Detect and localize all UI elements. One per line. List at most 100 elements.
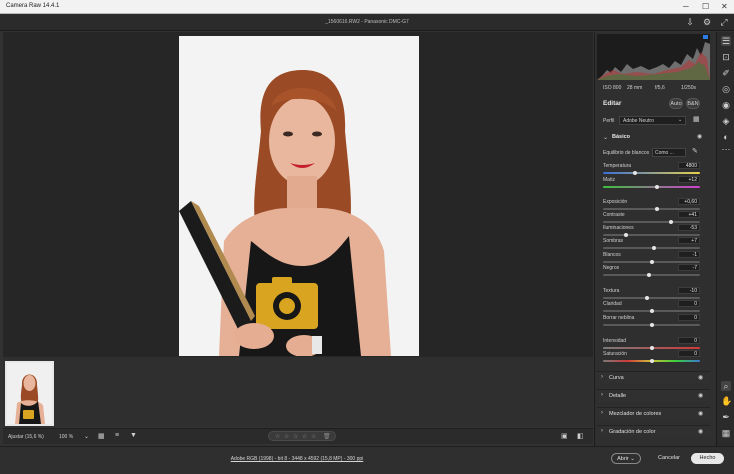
auto-button[interactable]: Auto: [669, 98, 683, 109]
slider-value-input[interactable]: 0: [678, 314, 700, 321]
slider-value-input[interactable]: -7: [678, 264, 700, 271]
filmstrip-view-icon[interactable]: ▦: [98, 432, 105, 440]
slider-value-input[interactable]: -10: [678, 287, 700, 294]
snapshots-icon[interactable]: ◐: [721, 132, 731, 142]
slider-thumb[interactable]: [668, 220, 673, 224]
slider-label: Temperatura: [603, 163, 632, 169]
open-button[interactable]: Abrir ⌄: [611, 453, 641, 464]
star-icon[interactable]: ☆: [311, 433, 316, 440]
panel-section-0[interactable]: › Curva ◉: [597, 371, 710, 383]
slider-track[interactable]: [603, 309, 700, 313]
slider-value-input[interactable]: 0: [678, 300, 700, 307]
slider-value-input[interactable]: +12: [678, 176, 700, 183]
profile-browser-icon[interactable]: ▦: [693, 115, 700, 123]
slider-thumb[interactable]: [644, 296, 649, 300]
eyedropper-icon[interactable]: ✒: [721, 412, 731, 422]
mask-icon[interactable]: ◎: [721, 84, 731, 94]
close-icon[interactable]: ✕: [721, 2, 728, 11]
slider-value-input[interactable]: +7: [678, 237, 700, 244]
crop-icon[interactable]: ⊡: [721, 52, 731, 62]
slider-track[interactable]: [603, 246, 700, 250]
before-after-icon[interactable]: ◧: [577, 432, 584, 440]
chevron-right-icon: ›: [601, 374, 603, 380]
slider-value-input[interactable]: +41: [678, 211, 700, 218]
eyedropper-icon[interactable]: ✎: [692, 147, 698, 155]
slider-thumb[interactable]: [649, 359, 654, 363]
delete-icon[interactable]: 🗑: [323, 433, 331, 440]
profile-value: Adobe Neutro: [623, 118, 654, 124]
iso-value: ISO 800: [603, 85, 622, 91]
slider-value-input[interactable]: -1: [678, 251, 700, 258]
panel-title: Editar: [603, 100, 622, 107]
slider-thumb[interactable]: [649, 309, 654, 313]
panel-section-2[interactable]: › Mezclador de colores ◉: [597, 407, 710, 419]
chevron-down-icon[interactable]: ⌄: [603, 134, 608, 141]
slider-track[interactable]: [603, 171, 700, 175]
slider-value-input[interactable]: -53: [678, 224, 700, 231]
eye-icon[interactable]: ◉: [698, 374, 703, 381]
star-icon[interactable]: ☆: [302, 433, 307, 440]
single-view-icon[interactable]: ▣: [561, 432, 568, 440]
slider-thumb[interactable]: [649, 346, 654, 350]
slider-track[interactable]: [603, 323, 700, 327]
title-bar: Camera Raw 14.4.1 ─ ☐ ✕: [0, 0, 734, 14]
star-icon[interactable]: ☆: [293, 433, 298, 440]
done-button[interactable]: Hecho: [691, 453, 724, 464]
redeye-icon[interactable]: ◉: [721, 100, 731, 110]
fullscreen-icon[interactable]: ⤢: [719, 17, 729, 27]
chevron-down-icon[interactable]: ⌄: [84, 433, 89, 440]
filter-icon[interactable]: ▼: [130, 432, 137, 439]
bw-button[interactable]: B&N: [686, 98, 700, 109]
cancel-button[interactable]: Cancelar: [650, 453, 688, 464]
zoom-level[interactable]: 100 %: [59, 434, 73, 440]
slider-track[interactable]: [603, 346, 700, 350]
slider-thumb[interactable]: [649, 260, 654, 264]
heal-icon[interactable]: ✐: [721, 68, 731, 78]
grid-icon[interactable]: ▦: [721, 428, 731, 438]
star-icon[interactable]: ☆: [275, 433, 280, 440]
filmstrip-thumbnail[interactable]: [5, 361, 54, 426]
eye-icon[interactable]: ◉: [698, 428, 703, 435]
settings-icon[interactable]: ⚙: [702, 17, 712, 27]
slider-track[interactable]: [603, 260, 700, 264]
slider-value-input[interactable]: +0,60: [678, 198, 700, 205]
slider-thumb[interactable]: [646, 273, 651, 277]
slider-thumb[interactable]: [649, 323, 654, 327]
slider-track[interactable]: [603, 233, 700, 237]
main-photo: [179, 36, 419, 356]
slider-track[interactable]: [603, 359, 700, 363]
slider-value-input[interactable]: 0: [678, 350, 700, 357]
slider-value-input[interactable]: 4800: [678, 162, 700, 169]
edit-icon[interactable]: ☰: [721, 36, 731, 46]
fit-zoom-label[interactable]: Ajustar (15,6 %): [8, 434, 44, 440]
basic-section-title[interactable]: Básico: [612, 134, 630, 140]
slider-track[interactable]: [603, 207, 700, 211]
slider-track[interactable]: [603, 220, 700, 224]
slider-track[interactable]: [603, 296, 700, 300]
star-icon[interactable]: ☆: [284, 433, 289, 440]
more-icon[interactable]: ⋯: [721, 144, 731, 154]
presets-icon[interactable]: ◈: [721, 116, 731, 126]
maximize-icon[interactable]: ☐: [702, 2, 709, 11]
slider-label: Claridad: [603, 301, 622, 307]
panel-section-1[interactable]: › Detalle ◉: [597, 389, 710, 401]
slider-track[interactable]: [603, 185, 700, 189]
image-info-link[interactable]: Adobe RGB (1998) - bit 8 - 3448 x 4592 (…: [0, 456, 594, 462]
eye-icon[interactable]: ◉: [698, 392, 703, 399]
slider-track[interactable]: [603, 273, 700, 277]
eye-icon[interactable]: ◉: [697, 133, 702, 140]
zoom-icon[interactable]: ⌕: [721, 381, 731, 391]
minimize-icon[interactable]: ─: [683, 2, 689, 11]
bottom-bar: Ajustar (15,6 %) 100 % ⌄ ▦ ≡ ▼ ☆ ☆ ☆ ☆ ☆…: [3, 428, 593, 444]
slider-thumb[interactable]: [633, 171, 637, 175]
eye-icon[interactable]: ◉: [698, 410, 703, 417]
wb-select[interactable]: Como ...: [652, 148, 686, 157]
hand-icon[interactable]: ✋: [721, 396, 732, 406]
export-icon[interactable]: ⇩: [685, 17, 695, 27]
slider-value-input[interactable]: 0: [678, 337, 700, 344]
panel-section-3[interactable]: › Gradación de color ◉: [597, 425, 710, 437]
profile-select[interactable]: Adobe Neutro ⌄: [619, 116, 686, 125]
section-title: Detalle: [609, 393, 627, 399]
sort-icon[interactable]: ≡: [115, 432, 119, 439]
slider-label: Exposición: [603, 199, 628, 205]
